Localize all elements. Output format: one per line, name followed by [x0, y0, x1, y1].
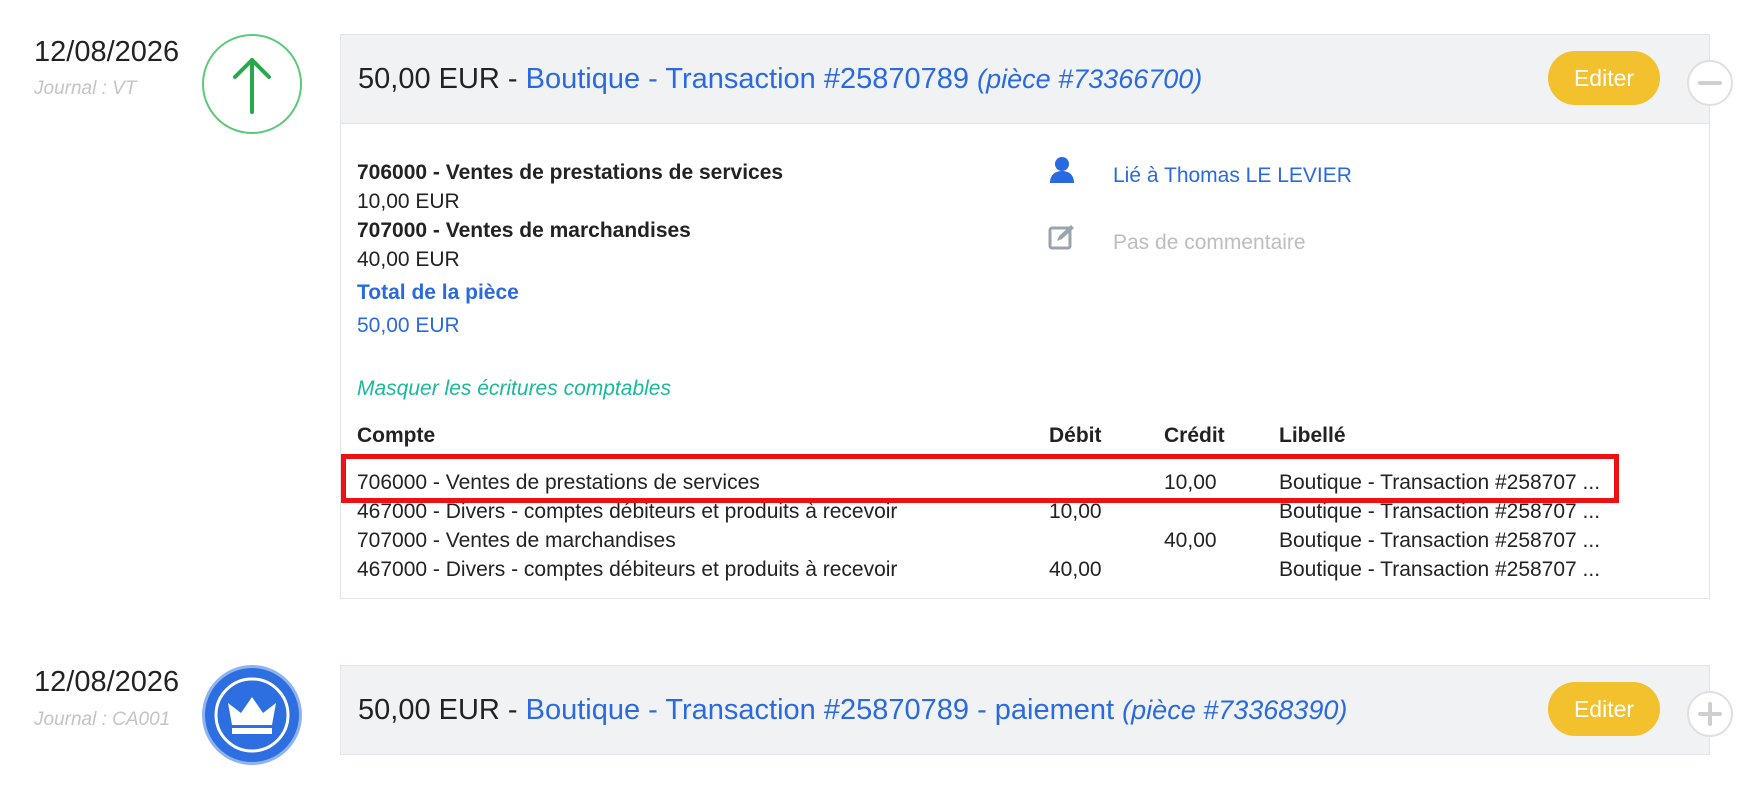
line-account: 706000 - Ventes de prestations de servic…	[357, 161, 784, 184]
row-label: Boutique - Transaction #258707 ...	[1279, 558, 1601, 581]
user-icon	[1049, 156, 1075, 189]
row-credit: 40,00	[1164, 529, 1217, 552]
entry-date: 12/08/2026	[34, 666, 180, 698]
minus-icon	[1698, 81, 1722, 85]
entry-title: 50,00 EUR - Boutique - Transaction #2587…	[358, 63, 1202, 96]
crown-icon	[202, 665, 302, 765]
expand-toggle[interactable]	[1687, 691, 1733, 737]
row-account: 706000 - Ventes de prestations de servic…	[357, 471, 760, 495]
edit-button[interactable]: Editer	[1548, 51, 1660, 105]
title-separator: -	[499, 694, 526, 726]
transaction-link[interactable]: Boutique - Transaction #25870789	[526, 63, 969, 95]
edit-button[interactable]: Editer	[1548, 682, 1660, 736]
linked-contact-link[interactable]: Lié à Thomas LE LEVIER	[1113, 164, 1352, 188]
row-label: Boutique - Transaction #258707 ...	[1279, 529, 1601, 552]
comment-text: Pas de commentaire	[1113, 231, 1306, 254]
row-credit: 10,00	[1164, 471, 1217, 494]
row-label: Boutique - Transaction #258707 ...	[1279, 471, 1601, 494]
piece-link[interactable]: (pièce #73366700)	[977, 64, 1202, 94]
line-account: 707000 - Ventes de marchandises	[357, 219, 691, 242]
col-header-credit: Crédit	[1164, 424, 1225, 447]
entry-header[interactable]: 50,00 EUR - Boutique - Transaction #2587…	[340, 665, 1710, 755]
edit-comment-icon[interactable]	[1048, 223, 1076, 256]
entry-date: 12/08/2026	[34, 36, 180, 68]
total-label: Total de la pièce	[357, 281, 519, 304]
row-account: 467000 - Divers - comptes débiteurs et p…	[357, 500, 898, 523]
arrow-up-icon	[202, 34, 302, 134]
row-account: 467000 - Divers - comptes débiteurs et p…	[357, 558, 898, 581]
col-header-label: Libellé	[1279, 424, 1346, 447]
entry-body	[340, 124, 1710, 599]
piece-link[interactable]: (pièce #73368390)	[1122, 695, 1347, 725]
transaction-link[interactable]: Boutique - Transaction #25870789 - paiem…	[526, 694, 1114, 726]
journal-label: Journal : VT	[34, 78, 137, 99]
line-amount: 10,00 EUR	[357, 190, 460, 213]
entry-title: 50,00 EUR - Boutique - Transaction #2587…	[358, 694, 1347, 727]
collapse-toggle[interactable]	[1687, 60, 1733, 106]
row-account: 707000 - Ventes de marchandises	[357, 529, 676, 552]
plus-icon	[1698, 702, 1722, 726]
hide-entries-link[interactable]: Masquer les écritures comptables	[357, 377, 671, 401]
row-debit: 10,00	[1049, 500, 1102, 523]
entry-amount: 50,00 EUR	[358, 63, 500, 95]
journal-label: Journal : CA001	[34, 709, 171, 730]
total-amount: 50,00 EUR	[357, 314, 460, 337]
row-debit: 40,00	[1049, 558, 1102, 581]
line-amount: 40,00 EUR	[357, 248, 460, 271]
entry-amount: 50,00 EUR	[358, 694, 500, 726]
col-header-debit: Débit	[1049, 424, 1102, 447]
row-label: Boutique - Transaction #258707 ...	[1279, 500, 1601, 523]
entry-header[interactable]: 50,00 EUR - Boutique - Transaction #2587…	[340, 34, 1710, 124]
col-header-account: Compte	[357, 424, 436, 447]
title-separator: -	[499, 63, 526, 95]
